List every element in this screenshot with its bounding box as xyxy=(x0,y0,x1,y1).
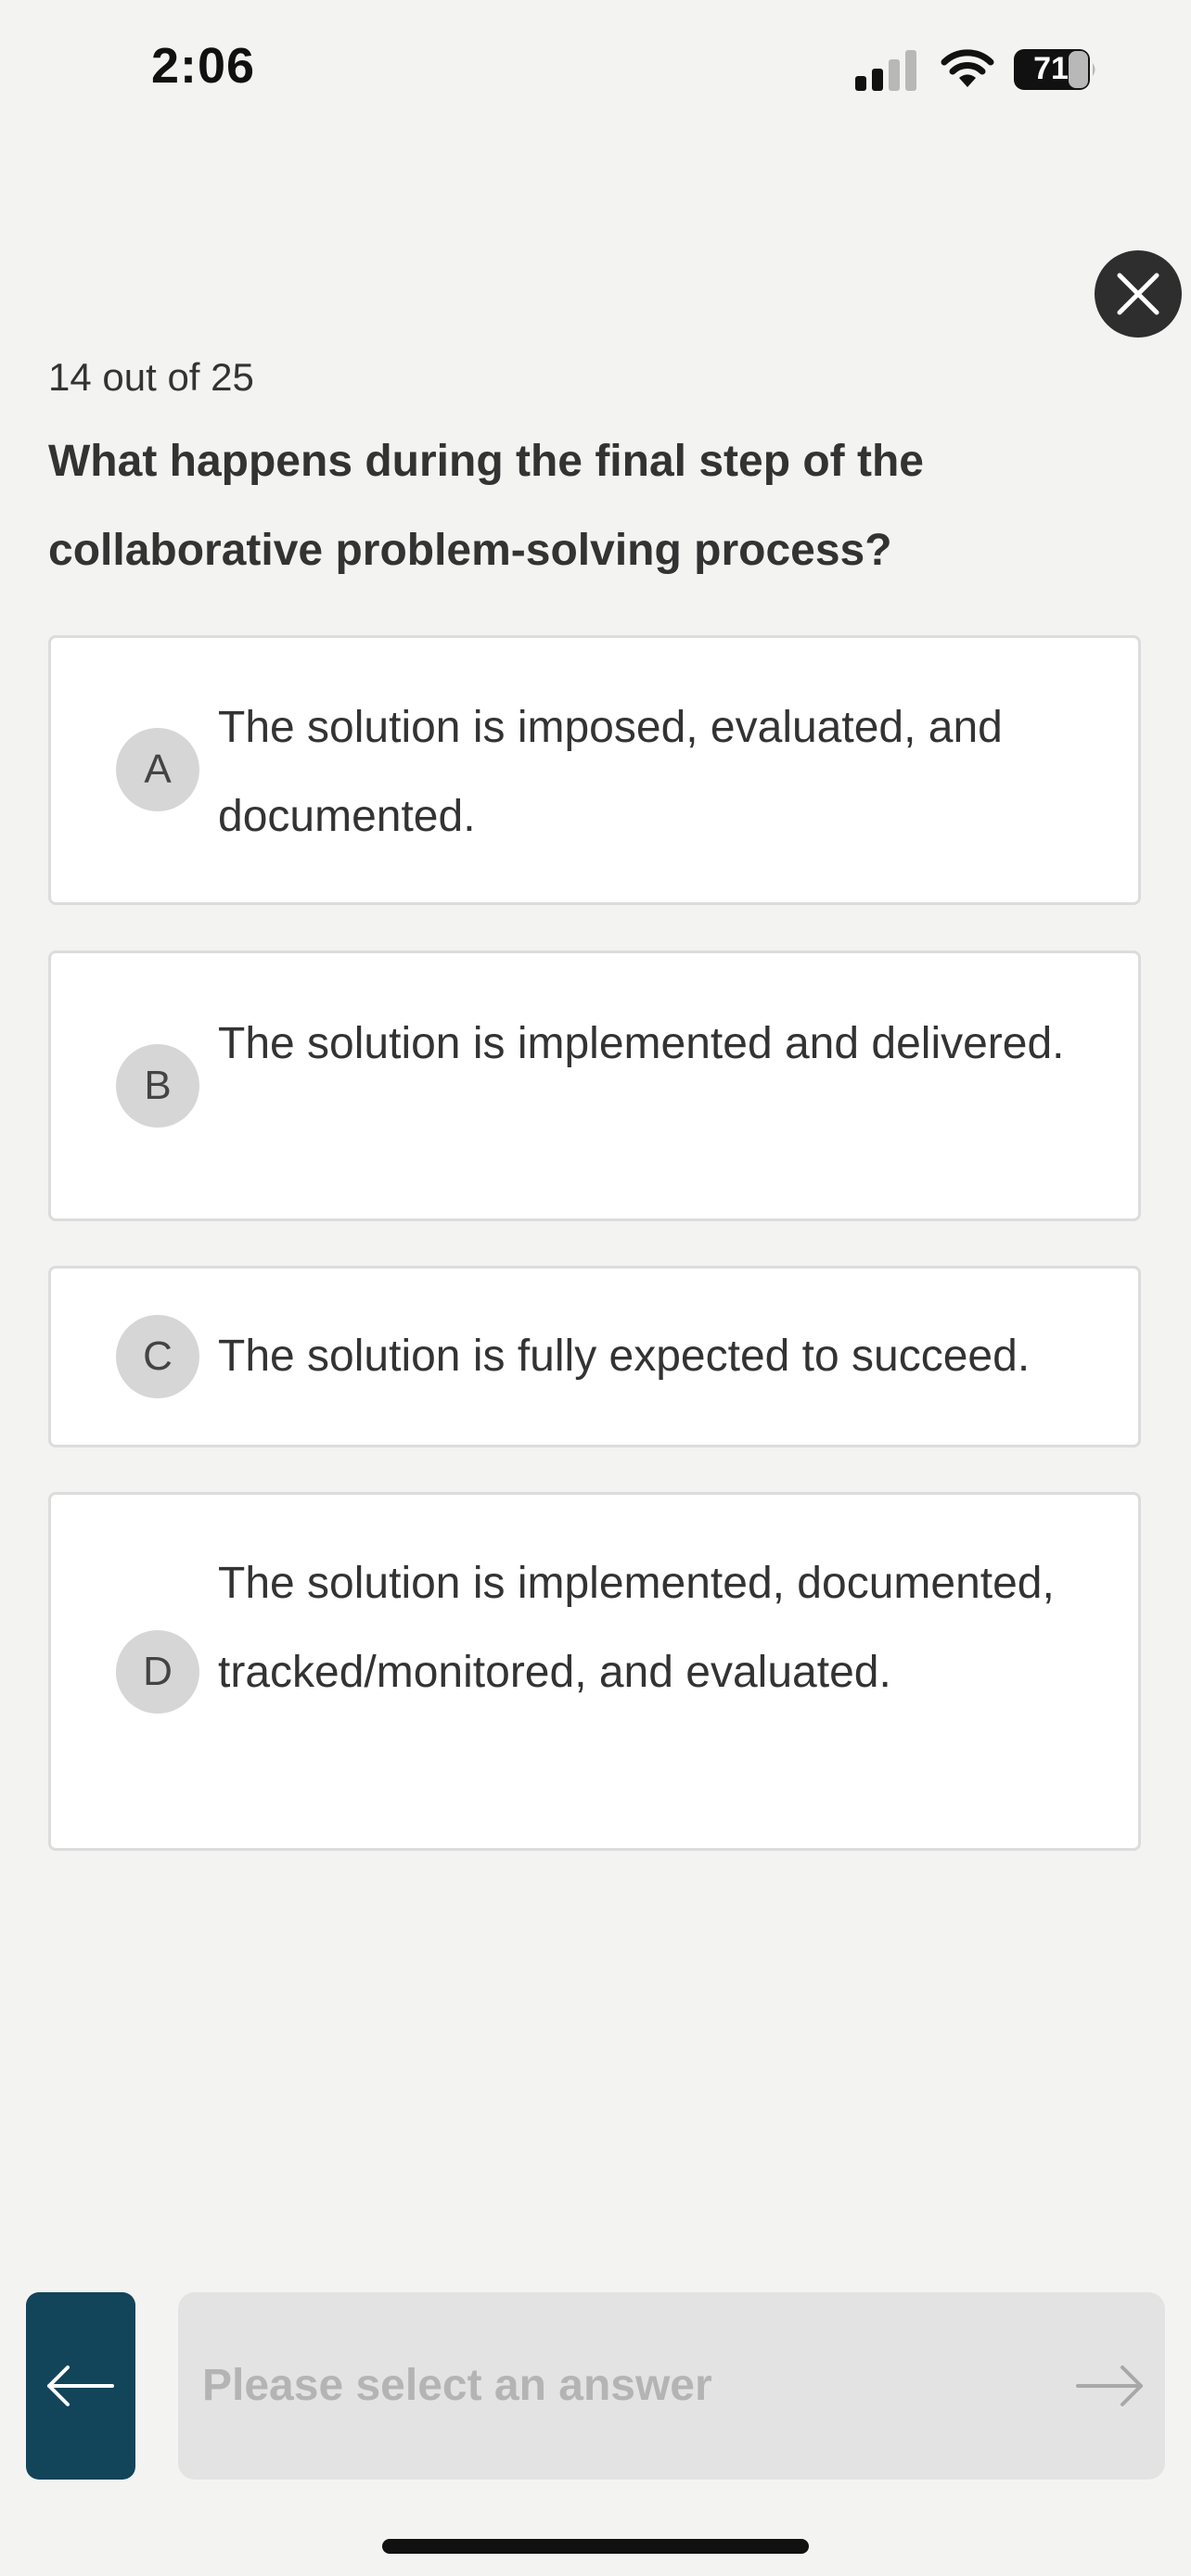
question-progress: 14 out of 25 xyxy=(48,355,254,399)
answer-option-d[interactable]: D The solution is implemented, documente… xyxy=(48,1492,1141,1851)
status-bar: 2:06 71 xyxy=(0,0,1191,139)
answer-option-b[interactable]: B The solution is implemented and delive… xyxy=(48,950,1141,1221)
signal-icon xyxy=(855,50,916,91)
arrow-right-icon xyxy=(1076,2366,1143,2406)
option-text: The solution is imposed, evaluated, and … xyxy=(218,703,1003,841)
option-text: The solution is fully expected to succee… xyxy=(218,1332,1031,1381)
close-icon xyxy=(1117,273,1159,315)
option-letter-badge: C xyxy=(116,1315,199,1398)
wifi-icon xyxy=(941,49,994,87)
option-text: The solution is implemented, documented,… xyxy=(218,1559,1055,1697)
submit-label: Please select an answer xyxy=(202,2361,712,2410)
answer-option-a[interactable]: A The solution is imposed, evaluated, an… xyxy=(48,635,1141,905)
status-icons: 71 xyxy=(853,45,1113,96)
question-text: What happens during the final step of th… xyxy=(48,437,924,575)
option-text: The solution is implemented and delivere… xyxy=(218,1019,1065,1068)
arrow-left-icon xyxy=(47,2366,114,2406)
battery-level: 71 xyxy=(1033,51,1069,86)
status-time: 2:06 xyxy=(151,38,256,94)
option-letter-badge: B xyxy=(116,1044,199,1128)
answer-option-c[interactable]: C The solution is fully expected to succ… xyxy=(48,1266,1141,1447)
back-button[interactable] xyxy=(26,2292,135,2480)
home-indicator xyxy=(382,2539,809,2554)
submit-answer-button[interactable]: Please select an answer xyxy=(178,2292,1165,2480)
option-letter-badge: D xyxy=(116,1630,199,1714)
close-button[interactable] xyxy=(1095,250,1182,338)
option-letter-badge: A xyxy=(116,728,199,811)
